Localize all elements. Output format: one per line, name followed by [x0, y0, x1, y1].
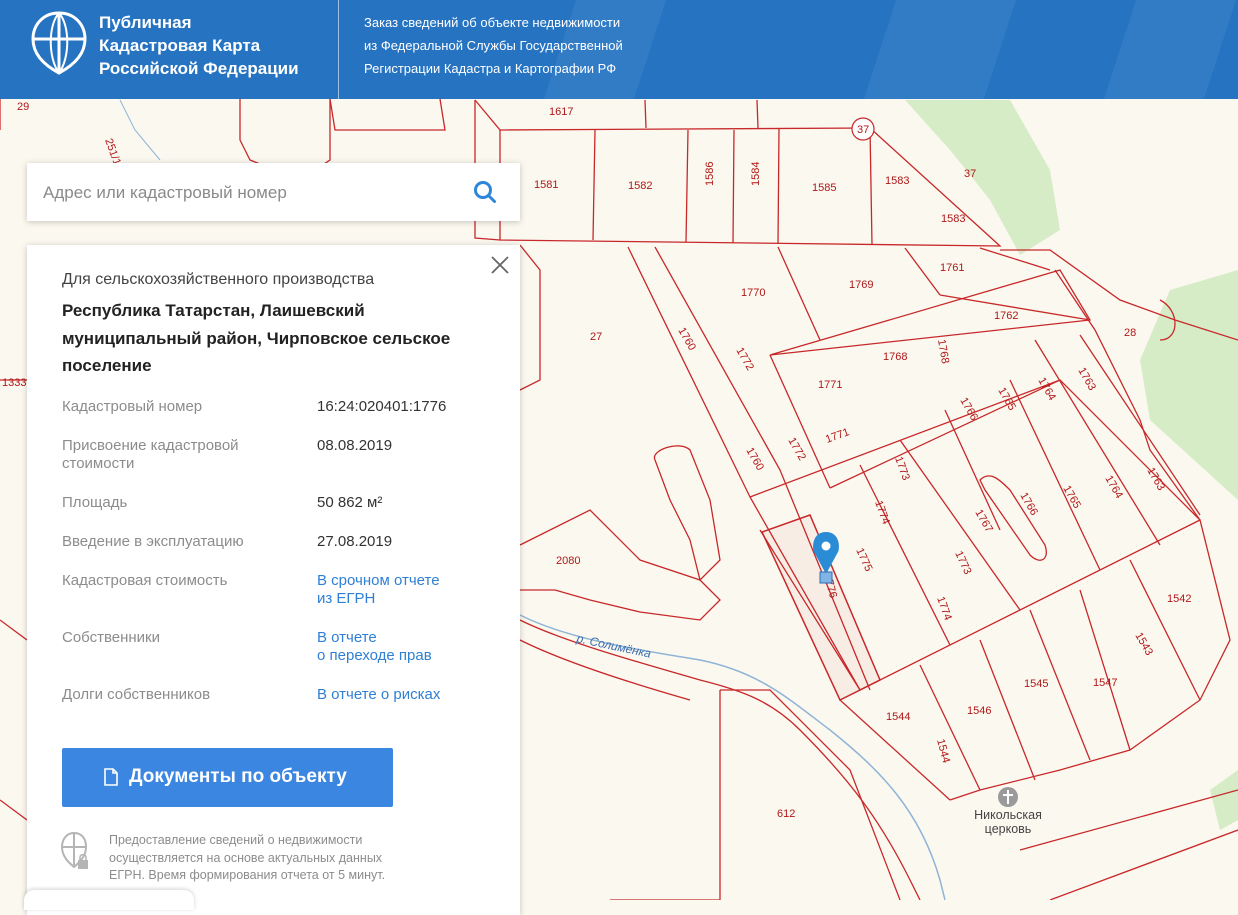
cadastral-number-value: 16:24:020401:1776 — [317, 398, 447, 415]
church-icon[interactable] — [998, 787, 1018, 807]
parcel-label: 1544 — [886, 711, 910, 723]
link-line: о переходе прав — [317, 647, 432, 664]
church-label: Никольская церковь — [962, 808, 1054, 836]
search-icon[interactable] — [473, 180, 497, 204]
parcel-label: 1581 — [534, 179, 558, 191]
cadastral-value-date-value: 08.08.2019 — [317, 437, 393, 454]
parcel-label: 1542 — [1167, 593, 1191, 605]
parcel-label: 2080 — [556, 555, 580, 567]
header-decor-band — [863, 0, 1017, 99]
parcel-label: 1770 — [741, 287, 765, 299]
label-line: стоимости — [62, 455, 135, 472]
parcel-label: 1583 — [885, 175, 909, 187]
cadastral-value-date-label: Присвоение кадастровой стоимости — [62, 437, 302, 473]
parcel-label: 1761 — [940, 262, 964, 274]
risk-report-link[interactable]: В отчете о рисках — [317, 686, 440, 704]
church-label-line: Никольская — [974, 808, 1042, 822]
link-line: из ЕГРН — [317, 590, 376, 607]
parcel-label: 1617 — [549, 106, 573, 118]
subtitle-line: Заказ сведений об объекте недвижимости — [364, 15, 621, 30]
parcel-label: 29 — [17, 101, 29, 113]
parcel-label: 1769 — [849, 279, 873, 291]
subtitle-line: Регистрации Кадастра и Картографии РФ — [364, 61, 617, 76]
link-line: В отчете — [317, 629, 377, 646]
cadastral-cost-label: Кадастровая стоимость — [62, 572, 228, 589]
header-divider — [338, 0, 339, 99]
owners-label: Собственники — [62, 629, 160, 646]
parcel-label: 1585 — [812, 182, 836, 194]
parcel-label: 1546 — [967, 705, 991, 717]
parcel-address: Республика Татарстан, Лаишевский муницип… — [62, 297, 482, 380]
address-line: Республика Татарстан, Лаишевский — [62, 301, 365, 320]
header-subtitle: Заказ сведений об объекте недвижимости и… — [364, 11, 623, 80]
parcel-label: 1547 — [1093, 677, 1117, 689]
parcel-label: 1586 — [704, 162, 716, 186]
documents-button-label: Документы по объекту — [129, 766, 347, 787]
address-line: поселение — [62, 356, 152, 375]
note-line: ЕГРН. Время формирования отчета от 5 мин… — [109, 868, 386, 882]
brand-line: Публичная — [99, 13, 192, 32]
brand-line: Российской Федерации — [99, 59, 299, 78]
parcel-label: 612 — [777, 808, 795, 820]
header-decor-band — [1103, 0, 1237, 99]
parcel-label: 1333 — [2, 377, 26, 389]
document-icon — [104, 768, 118, 786]
subtitle-line: из Федеральной Службы Государственной — [364, 38, 623, 53]
parcel-label: 1583 — [941, 213, 965, 225]
parcel-label: 27 — [590, 331, 602, 343]
note-line: осуществляется на основе актуальных данн… — [109, 850, 383, 865]
parcel-label: 37 — [857, 124, 869, 136]
owner-debts-label: Долги собственников — [62, 686, 211, 703]
commissioning-label: Введение в эксплуатацию — [62, 533, 244, 550]
parcel-label: 1582 — [628, 180, 652, 192]
parcel-info-panel: Для сельскохозяйственного производства Р… — [27, 245, 520, 915]
close-icon[interactable] — [489, 254, 511, 276]
address-line: муниципальный район, Чирповское сельское — [62, 328, 451, 348]
parcel-label: 1771 — [818, 379, 842, 391]
parcel-label: 1762 — [994, 310, 1018, 322]
shield-globe-logo-icon[interactable] — [30, 10, 88, 76]
parcel-label: 37 — [964, 168, 976, 180]
search-box — [27, 163, 520, 221]
search-input[interactable] — [41, 173, 465, 213]
parcel-label: 1584 — [750, 162, 762, 186]
rights-transfer-report-link[interactable]: В отчете о переходе прав — [317, 629, 432, 665]
link-line: В срочном отчете — [317, 572, 440, 589]
brand-line: Кадастровая Карта — [99, 36, 261, 55]
land-category: Для сельскохозяйственного производства — [62, 271, 375, 288]
commissioning-value: 27.08.2019 — [317, 533, 393, 550]
bottom-tab[interactable] — [24, 890, 194, 910]
shield-lock-icon — [60, 831, 88, 869]
parcel-label: 28 — [1124, 327, 1136, 339]
report-disclaimer: Предоставление сведений о недвижимости о… — [109, 832, 385, 885]
documents-button[interactable]: Документы по объекту — [62, 748, 393, 807]
cadastral-number-label: Кадастровый номер — [62, 398, 203, 415]
site-header: Публичная Кадастровая Карта Российской Ф… — [0, 0, 1238, 99]
note-line: Предоставление сведений о недвижимости — [109, 833, 363, 847]
brand-title[interactable]: Публичная Кадастровая Карта Российской Ф… — [99, 11, 299, 80]
parcel-label: 1768 — [883, 351, 907, 363]
area-label: Площадь — [62, 494, 128, 511]
urgent-report-link[interactable]: В срочном отчете из ЕГРН — [317, 572, 440, 608]
church-label-line: церковь — [984, 822, 1032, 836]
label-line: Присвоение кадастровой — [62, 437, 239, 454]
area-value: 50 862 м² — [317, 494, 383, 511]
parcel-label: 1545 — [1024, 678, 1048, 690]
